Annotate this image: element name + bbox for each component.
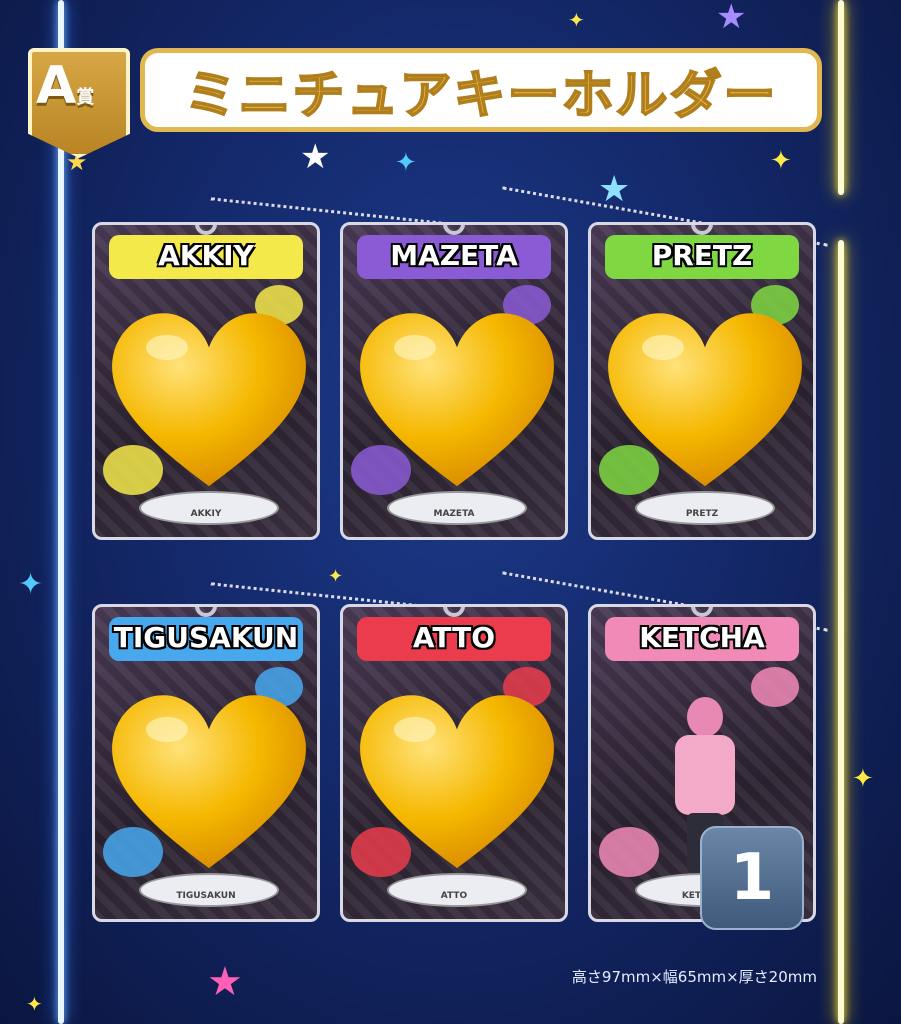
base-label: ATTO bbox=[440, 891, 468, 901]
acrylic-stand-base bbox=[139, 491, 279, 525]
keychain-card: MAZETA MAZETA bbox=[340, 222, 568, 540]
base-label: TIGUSAKUN bbox=[176, 891, 236, 901]
sparkle-icon: ✦ bbox=[852, 764, 874, 794]
acrylic-stand-base bbox=[387, 873, 527, 907]
neon-light-right-bottom bbox=[838, 240, 844, 1024]
page-title: ミニチュアキーホルダー bbox=[184, 65, 778, 127]
keychain-card: ATTO ATTO bbox=[340, 604, 568, 922]
gold-heart-icon bbox=[352, 305, 562, 495]
acrylic-stand-base bbox=[139, 873, 279, 907]
sparkle-icon: ✦ bbox=[18, 567, 44, 602]
star-icon: ★ bbox=[716, 0, 747, 37]
star-icon: ★ bbox=[300, 137, 331, 177]
star-icon: ★ bbox=[207, 959, 243, 1005]
sparkle-icon: ✦ bbox=[328, 566, 344, 587]
figure-body bbox=[675, 735, 735, 815]
gold-heart-icon bbox=[104, 687, 314, 877]
base-label: AKKIY bbox=[190, 509, 222, 519]
sparkle-icon: ✦ bbox=[26, 992, 43, 1016]
sparkle-icon: ✦ bbox=[568, 8, 585, 32]
prize-letter: A賞 bbox=[36, 56, 95, 116]
dimensions-note: 高さ97mm×幅65mm×厚さ20mm bbox=[571, 968, 817, 986]
keychain-card: AKKIY AKKIY bbox=[92, 222, 320, 540]
gold-heart-icon bbox=[600, 305, 810, 495]
sparkle-icon: ✦ bbox=[770, 146, 792, 176]
keychain-card: PRETZ PRETZ bbox=[588, 222, 816, 540]
card-name: KETCHA bbox=[639, 621, 765, 654]
base-label: MAZETA bbox=[433, 509, 475, 519]
keychain-card: TIGUSAKUN TIGUSAKUN bbox=[92, 604, 320, 922]
card-name: ATTO bbox=[412, 621, 496, 654]
card-name: PRETZ bbox=[651, 239, 753, 272]
paint-splash bbox=[599, 827, 659, 877]
acrylic-stand-base bbox=[635, 491, 775, 525]
gold-heart-icon bbox=[104, 305, 314, 495]
card-name: MAZETA bbox=[390, 239, 518, 272]
count-badge: 1 bbox=[700, 826, 804, 930]
card-name: AKKIY bbox=[158, 239, 254, 272]
paint-splash bbox=[751, 667, 799, 707]
neon-light-left bbox=[58, 0, 64, 1024]
acrylic-stand-base bbox=[387, 491, 527, 525]
sparkle-icon: ✦ bbox=[395, 148, 417, 178]
card-name: TIGUSAKUN bbox=[113, 621, 299, 654]
gold-heart-icon bbox=[352, 687, 562, 877]
title-plate: ミニチュアキーホルダー bbox=[140, 48, 822, 132]
figure-head bbox=[687, 697, 723, 737]
neon-light-right-top bbox=[838, 0, 844, 195]
base-label: PRETZ bbox=[685, 509, 719, 519]
star-icon: ★ bbox=[598, 169, 631, 210]
